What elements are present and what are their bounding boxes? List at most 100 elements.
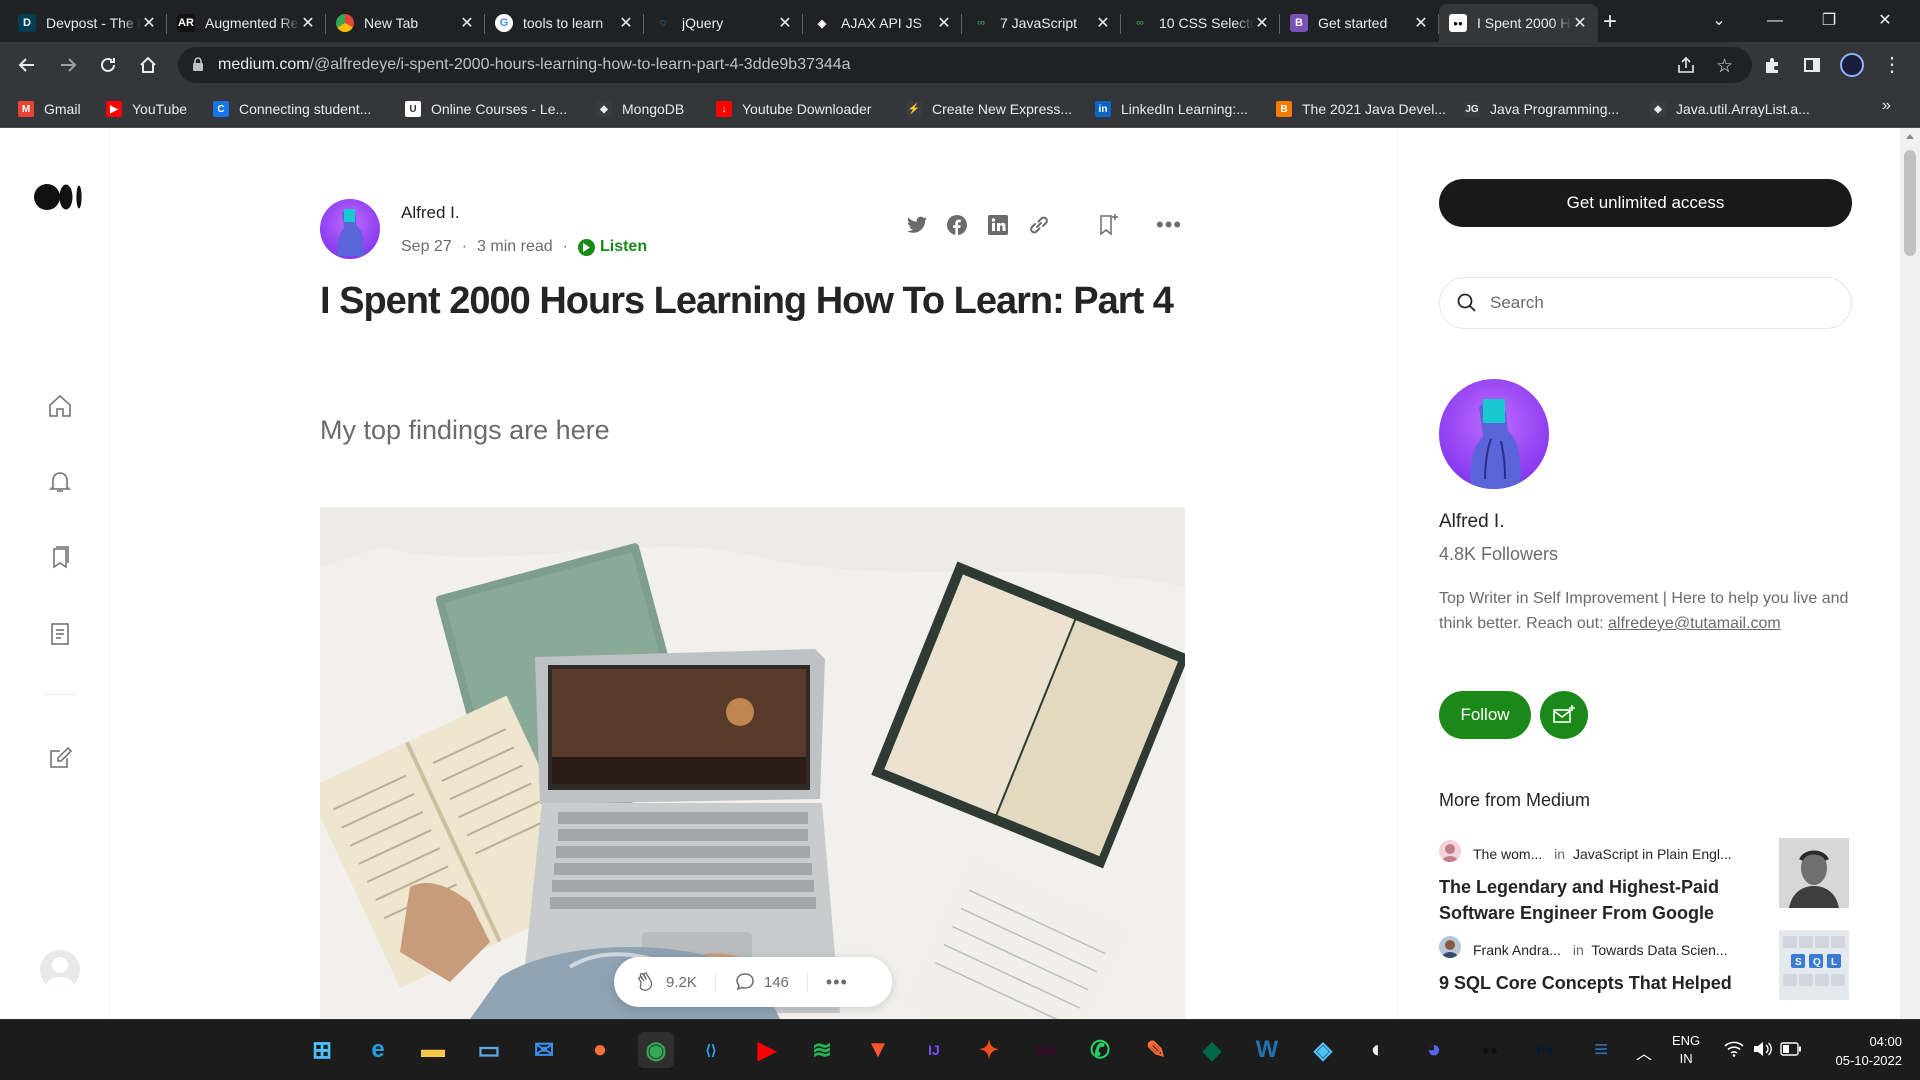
search-input[interactable]: Search <box>1439 277 1852 329</box>
save-bookmark-icon[interactable] <box>1097 212 1121 243</box>
author-email-link[interactable]: alfredeye@tutamail.com <box>1608 615 1781 632</box>
figma-icon[interactable]: ✦ <box>971 1032 1007 1068</box>
chrome-menu-icon[interactable]: ⋮ <box>1878 51 1906 79</box>
forward-icon[interactable] <box>54 51 82 79</box>
vscode-icon[interactable]: ⟨⟩ <box>693 1032 729 1068</box>
adobe-xd-icon[interactable]: Xd <box>1027 1032 1063 1068</box>
minimize-button[interactable]: — <box>1752 6 1798 36</box>
user-avatar[interactable] <box>40 950 80 990</box>
lock-icon[interactable] <box>192 57 204 77</box>
brave-icon[interactable]: ▼ <box>860 1032 896 1068</box>
browser-tab[interactable]: D Devpost - The home for hackathons✕ <box>8 4 167 42</box>
browser-tab[interactable]: Gtools to learn ✕ <box>485 4 644 42</box>
tab-close-icon[interactable]: ✕ <box>141 13 157 33</box>
bookmark-item[interactable]: C Connecting student... <box>213 98 371 120</box>
tab-close-icon[interactable]: ✕ <box>777 13 793 33</box>
bookmark-item[interactable]: ◆ MongoDB <box>596 98 684 120</box>
bookmark-item[interactable]: U Online Courses - Le... <box>405 98 567 120</box>
maximize-button[interactable]: ❐ <box>1806 6 1852 36</box>
browser-tab[interactable]: ∞ 10 CSS Selectors✕ <box>1121 4 1280 42</box>
battery-icon[interactable] <box>1780 1042 1802 1061</box>
sidebar-author-name[interactable]: Alfred I. <box>1439 511 1504 533</box>
browser-tab[interactable]: ∞ 7 JavaScript ✕ <box>962 4 1121 42</box>
more-options-icon[interactable]: ••• <box>1156 212 1182 238</box>
clap-bar-more-icon[interactable]: ••• <box>826 972 848 993</box>
extensions-icon[interactable] <box>1758 51 1786 79</box>
tab-close-icon[interactable]: ✕ <box>618 13 634 33</box>
browser-tab[interactable]: ●● I Spent 2000 Hours✕ <box>1439 4 1598 42</box>
browser-tab[interactable]: ◈ AJAX API JS ✕ <box>803 4 962 42</box>
sublime-icon[interactable]: ◈ <box>1305 1032 1341 1068</box>
volume-icon[interactable] <box>1752 1041 1772 1062</box>
tab-close-icon[interactable]: ✕ <box>1254 13 1270 33</box>
mail-icon[interactable]: ✉ <box>526 1032 562 1068</box>
clap-button[interactable]: 9.2K <box>634 970 697 994</box>
chrome-icon[interactable]: ◉ <box>638 1032 674 1068</box>
author-avatar[interactable] <box>320 199 380 259</box>
listen-button[interactable]: Listen <box>577 238 647 256</box>
follower-count[interactable]: 4.8K Followers <box>1439 544 1558 565</box>
bookmark-item[interactable]: in LinkedIn Learning:... <box>1095 98 1248 120</box>
author-name[interactable]: Alfred I. <box>401 203 460 223</box>
back-icon[interactable] <box>13 51 41 79</box>
recommended-story[interactable]: The wom... in JavaScript in Plain Engl..… <box>1439 838 1859 940</box>
spotify-icon[interactable]: ≋ <box>804 1032 840 1068</box>
wordpress-icon[interactable]: W <box>1249 1032 1285 1068</box>
browser-tab[interactable]: B Get started ✕ <box>1280 4 1439 42</box>
new-tab-button[interactable]: + <box>1596 9 1624 37</box>
tab-close-icon[interactable]: ✕ <box>1095 13 1111 33</box>
postman-icon[interactable]: ✎ <box>1138 1032 1174 1068</box>
mongodb-compass-icon[interactable]: ◆ <box>1194 1032 1230 1068</box>
bookmark-star-icon[interactable]: ☆ <box>1716 55 1733 78</box>
browser-tab[interactable]: New Tab ✕ <box>326 4 485 42</box>
youtube-app-icon[interactable]: ▶ <box>749 1032 785 1068</box>
lists-bookmark-icon[interactable] <box>44 542 76 574</box>
desktop-icon[interactable]: ▭ <box>471 1032 507 1068</box>
bookmark-item[interactable]: ◆ Java.util.ArrayList.a... <box>1650 98 1810 120</box>
responses-button[interactable]: 146 <box>734 971 789 993</box>
profile-avatar[interactable] <box>1838 51 1866 79</box>
tab-close-icon[interactable]: ✕ <box>936 13 952 33</box>
bookmark-item[interactable]: ↓ Youtube Downloader <box>716 98 871 120</box>
reload-icon[interactable] <box>94 51 122 79</box>
discord-icon[interactable]: ◕ <box>1416 1032 1452 1068</box>
more-bookmarks-icon[interactable]: » <box>1882 97 1891 115</box>
tray-chevron-icon[interactable]: ︿ <box>1636 1040 1652 1064</box>
file-explorer-icon[interactable]: ▬ <box>415 1032 451 1068</box>
home-icon[interactable] <box>134 51 162 79</box>
medium-logo[interactable] <box>34 182 86 217</box>
medium-app-icon[interactable]: ●● <box>1472 1032 1508 1068</box>
linkedin-share-icon[interactable] <box>988 215 1008 240</box>
whatsapp-icon[interactable]: ✆ <box>1082 1032 1118 1068</box>
photoshop-icon[interactable]: Ps <box>1527 1032 1563 1068</box>
write-edit-icon[interactable] <box>44 742 76 774</box>
twitter-icon[interactable] <box>906 216 928 239</box>
bookmark-item[interactable]: ⚡ Create New Express... <box>906 98 1072 120</box>
bookmark-item[interactable]: B The 2021 Java Devel... <box>1276 98 1446 120</box>
recommended-story[interactable]: Frank Andra... in Towards Data Scien... … <box>1439 930 1859 1019</box>
page-scrollbar[interactable] <box>1900 128 1920 1019</box>
edge-icon[interactable]: e <box>360 1032 396 1068</box>
notifications-bell-icon[interactable] <box>44 466 76 498</box>
get-unlimited-access-button[interactable]: Get unlimited access <box>1439 179 1852 227</box>
bookmark-item[interactable]: ▶ YouTube <box>106 98 187 120</box>
clock[interactable]: 04:00 05-10-2022 <box>1822 1032 1903 1070</box>
bookmark-item[interactable]: M Gmail <box>18 98 81 120</box>
firefox-icon[interactable]: ● <box>582 1032 618 1068</box>
follow-button[interactable]: Follow <box>1439 691 1531 739</box>
browser-tab[interactable]: AR Augmented Reality✕ <box>167 4 326 42</box>
tab-close-icon[interactable]: ✕ <box>1572 13 1588 33</box>
start-icon[interactable]: ⊞ <box>304 1032 340 1068</box>
facebook-icon[interactable] <box>947 215 967 240</box>
copy-link-icon[interactable] <box>1027 214 1051 241</box>
tab-close-icon[interactable]: ✕ <box>300 13 316 33</box>
github-icon[interactable]: ◐ <box>1360 1032 1396 1068</box>
intellij-icon[interactable]: IJ <box>916 1032 952 1068</box>
address-bar[interactable]: medium.com/@alfredeye/i-spent-2000-hours… <box>178 47 1752 83</box>
share-icon[interactable] <box>1676 56 1696 79</box>
scrollbar-thumb[interactable] <box>1904 150 1916 256</box>
notepad-icon[interactable]: ≡ <box>1583 1032 1619 1068</box>
home-nav-icon[interactable] <box>44 390 76 422</box>
side-panel-icon[interactable] <box>1798 51 1826 79</box>
sidebar-author-avatar[interactable] <box>1439 379 1549 489</box>
